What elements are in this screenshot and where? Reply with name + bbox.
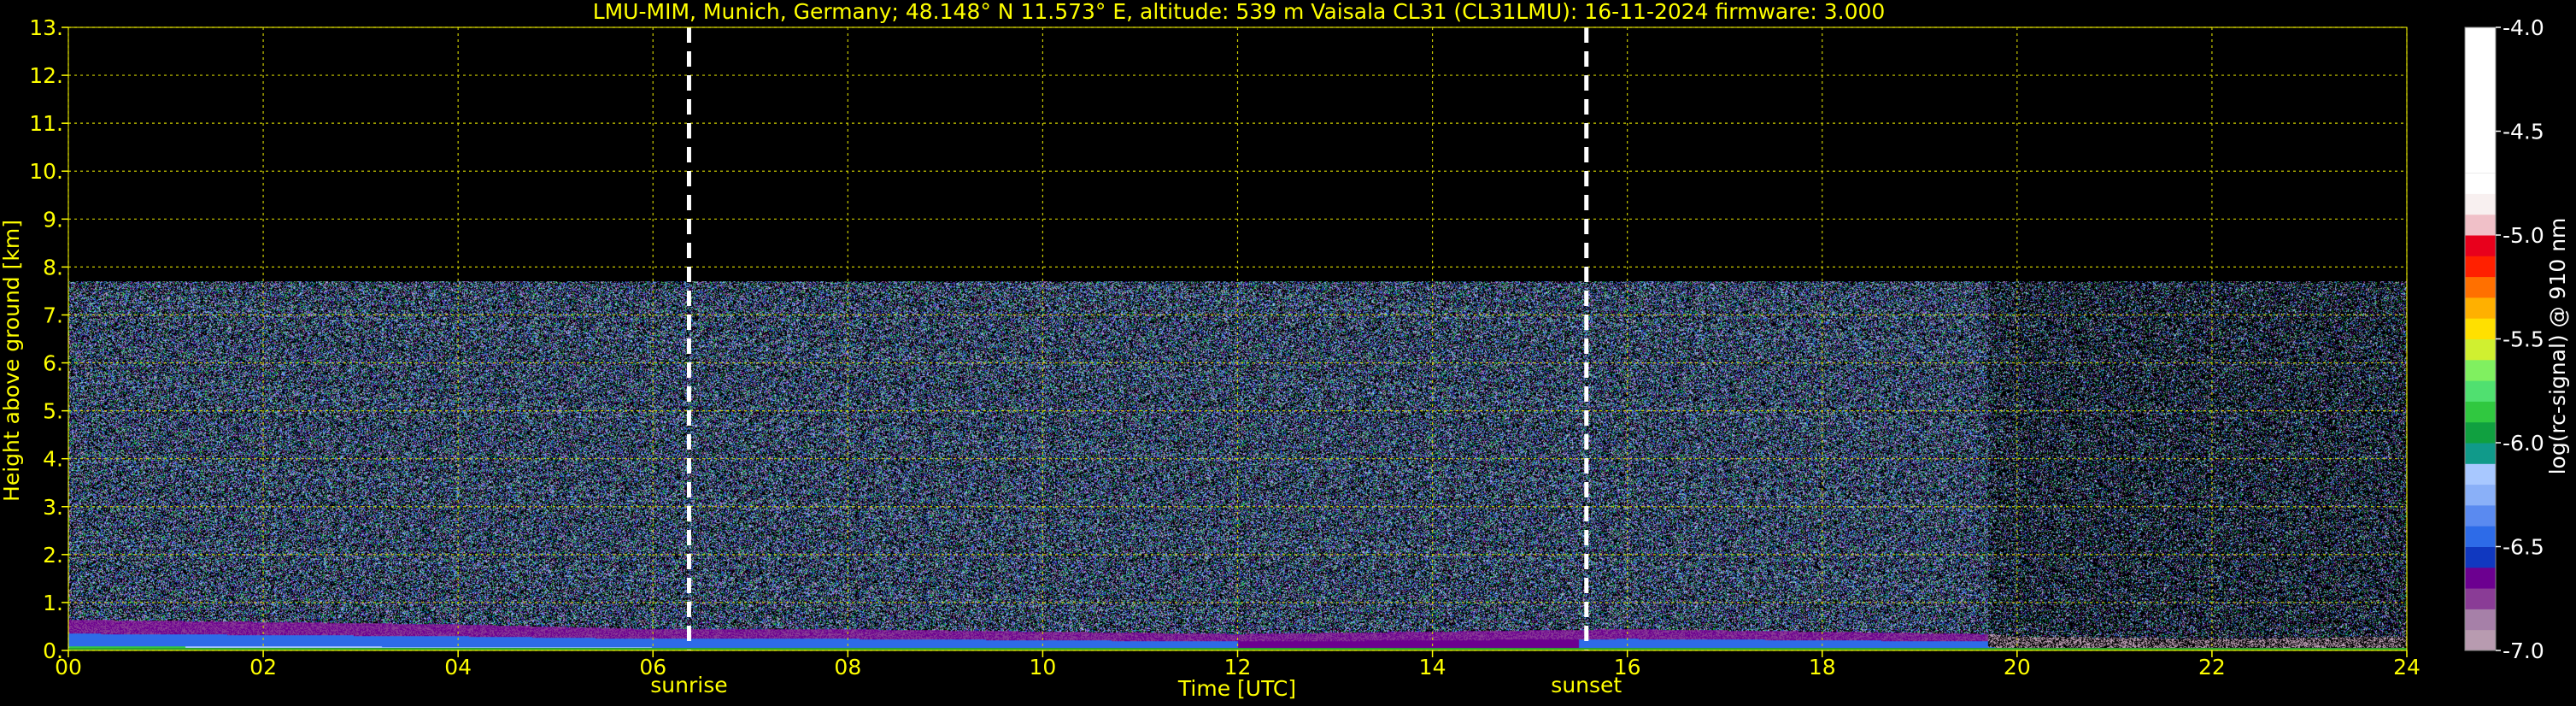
y-tick-label: 0. (43, 638, 63, 663)
y-tick-label: 13. (29, 15, 63, 40)
colorbar-segment (2465, 504, 2496, 527)
colorbar-tick-label: -7.0 (2503, 638, 2544, 663)
colorbar-segment (2465, 443, 2496, 464)
ceilometer-chart: LMU-MIM, Munich, Germany; 48.148° N 11.5… (0, 0, 2576, 706)
colorbar (2464, 26, 2497, 651)
colorbar-tick-label: -5.0 (2503, 223, 2544, 248)
colorbar-segment (2465, 297, 2496, 319)
y-tick-label: 9. (43, 207, 63, 232)
colorbar-segment (2465, 359, 2496, 381)
colorbar-segment (2465, 338, 2496, 361)
x-tick-label: 24 (2393, 655, 2421, 680)
colorbar-tick-label: -6.5 (2503, 535, 2544, 560)
y-tick-label: 8. (43, 255, 63, 279)
colorbar-segment (2465, 276, 2496, 298)
y-tick-label: 3. (43, 495, 63, 520)
y-tick-label: 2. (43, 543, 63, 568)
x-tick-label: 06 (639, 655, 666, 680)
y-tick-label: 5. (43, 399, 63, 424)
colorbar-segment (2465, 235, 2496, 256)
x-tick-label: 16 (1614, 655, 1641, 680)
colorbar-segment (2465, 401, 2496, 423)
x-tick-label: 04 (444, 655, 472, 680)
x-tick-label: 14 (1419, 655, 1446, 680)
colorbar-segment (2465, 214, 2496, 236)
colorbar-tick-label: -5.5 (2503, 327, 2544, 352)
x-tick-label: 18 (1809, 655, 1836, 680)
y-axis-label: Height above ground [km] (0, 220, 24, 502)
colorbar-segment (2465, 463, 2496, 485)
y-tick-label: 4. (43, 447, 63, 472)
y-tick-label: 10. (29, 159, 63, 184)
colorbar-segment (2465, 27, 2496, 174)
x-tick-label: 02 (249, 655, 277, 680)
colorbar-segment (2465, 546, 2496, 568)
colorbar-segment (2465, 588, 2496, 609)
y-tick-label: 6. (43, 351, 63, 376)
x-tick-label: 10 (1030, 655, 1057, 680)
x-axis-label: Time [UTC] (1177, 676, 1296, 701)
colorbar-label: log(rc-signal) @ 910 nm (2545, 218, 2570, 475)
chart-title: LMU-MIM, Munich, Germany; 48.148° N 11.5… (593, 0, 1886, 24)
y-tick-label: 12. (29, 63, 63, 88)
colorbar-segment (2465, 609, 2496, 631)
colorbar-segment (2465, 567, 2496, 589)
y-tick-label: 7. (43, 303, 63, 327)
colorbar-segment (2465, 173, 2496, 194)
colorbar-segment (2465, 193, 2496, 215)
sunset-label: sunset (1551, 673, 1622, 697)
x-tick-label: 08 (834, 655, 861, 680)
colorbar-segment (2465, 629, 2496, 651)
colorbar-segment (2465, 526, 2496, 547)
colorbar-segment (2465, 380, 2496, 402)
y-tick-label: 11. (29, 111, 63, 136)
colorbar-segment (2465, 484, 2496, 506)
y-tick-label: 1. (43, 591, 63, 615)
x-tick-label: 20 (2004, 655, 2031, 680)
x-tick-label: 22 (2198, 655, 2226, 680)
colorbar-segment (2465, 318, 2496, 339)
colorbar-tick-label: -4.5 (2503, 120, 2544, 144)
colorbar-segment (2465, 421, 2496, 444)
colorbar-segment (2465, 256, 2496, 278)
colorbar-tick-label: -6.0 (2503, 431, 2544, 456)
colorbar-tick-label: -4.0 (2503, 15, 2544, 40)
